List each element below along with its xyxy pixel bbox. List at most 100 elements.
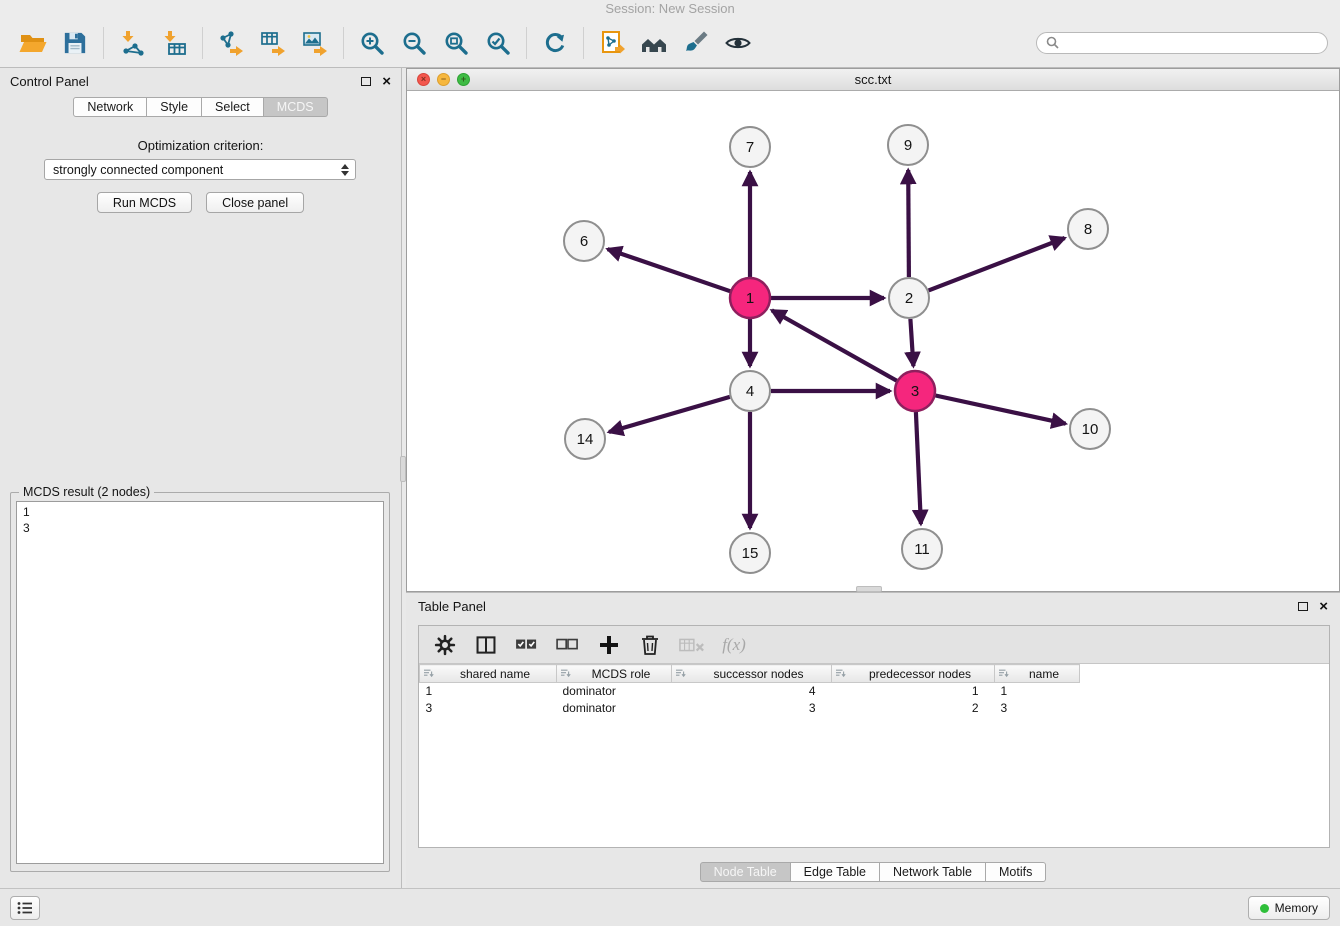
graph-node-11[interactable]: 11 bbox=[902, 529, 942, 569]
column-header-predecessor-nodes[interactable]: predecessor nodes bbox=[832, 665, 995, 683]
toolbar-separator bbox=[583, 27, 584, 59]
mcds-result-list[interactable]: 13 bbox=[16, 501, 384, 864]
float-panel-icon[interactable] bbox=[361, 77, 371, 86]
close-panel-icon[interactable]: × bbox=[382, 74, 391, 89]
open-session-button[interactable] bbox=[12, 23, 54, 63]
svg-text:15: 15 bbox=[742, 545, 759, 562]
home-icon bbox=[641, 32, 667, 54]
svg-text:2: 2 bbox=[905, 290, 913, 307]
graph-edge-2-3[interactable] bbox=[910, 319, 913, 366]
graph-node-9[interactable]: 9 bbox=[888, 125, 928, 165]
tab-select[interactable]: Select bbox=[202, 97, 264, 117]
column-header-successor-nodes[interactable]: successor nodes bbox=[672, 665, 832, 683]
brush-icon bbox=[683, 30, 709, 56]
graph-edge-2-9[interactable] bbox=[908, 170, 909, 277]
column-header-mcds-role[interactable]: MCDS role bbox=[557, 665, 672, 683]
tab-mcds[interactable]: MCDS bbox=[264, 97, 328, 117]
graph-node-15[interactable]: 15 bbox=[730, 533, 770, 573]
graph-edge-3-1[interactable] bbox=[772, 310, 897, 380]
close-panel-button[interactable]: Close panel bbox=[206, 192, 304, 213]
column-header-name[interactable]: name bbox=[995, 665, 1080, 683]
import-table-button[interactable] bbox=[153, 23, 195, 63]
svg-text:10: 10 bbox=[1082, 421, 1099, 438]
optimization-criterion-label: Optimization criterion: bbox=[0, 138, 401, 153]
export-to-web-button[interactable] bbox=[591, 23, 633, 63]
zoom-out-button[interactable] bbox=[393, 23, 435, 63]
show-panel-list-button[interactable] bbox=[10, 896, 40, 920]
tab-node-table[interactable]: Node Table bbox=[700, 862, 791, 882]
graph-edge-2-8[interactable] bbox=[929, 238, 1065, 290]
column-header-shared-name[interactable]: shared name bbox=[420, 665, 557, 683]
close-window-button[interactable]: × bbox=[417, 73, 430, 86]
home-button[interactable] bbox=[633, 23, 675, 63]
add-column-button[interactable] bbox=[597, 632, 621, 658]
tab-style[interactable]: Style bbox=[147, 97, 202, 117]
memory-label: Memory bbox=[1275, 901, 1318, 915]
minimize-window-button[interactable]: − bbox=[437, 73, 450, 86]
style-button[interactable] bbox=[675, 23, 717, 63]
column-sort-icon bbox=[560, 668, 571, 679]
tab-motifs[interactable]: Motifs bbox=[986, 862, 1046, 882]
graph-node-3[interactable]: 3 bbox=[895, 371, 935, 411]
table-options-button[interactable] bbox=[433, 632, 457, 658]
horizontal-splitter-grip[interactable] bbox=[856, 586, 882, 592]
cell-predecessor-nodes: 2 bbox=[832, 700, 995, 717]
graph-node-8[interactable]: 8 bbox=[1068, 209, 1108, 249]
node-table-scroll-area[interactable]: shared nameMCDS rolesuccessor nodesprede… bbox=[419, 664, 1329, 847]
toolbar-separator bbox=[202, 27, 203, 59]
graph-edge-3-11[interactable] bbox=[916, 412, 921, 524]
delete-column-button[interactable] bbox=[638, 632, 662, 658]
network-canvas[interactable]: 7 9 6 8 1 2 4 3 14 10 15 11 bbox=[407, 91, 1339, 591]
window-title: Session: New Session bbox=[605, 1, 734, 16]
fx-icon: f(x) bbox=[722, 635, 746, 655]
svg-text:9: 9 bbox=[904, 137, 912, 154]
maximize-window-button[interactable]: + bbox=[457, 73, 470, 86]
search-input[interactable] bbox=[1064, 36, 1318, 50]
vertical-splitter-grip[interactable] bbox=[400, 456, 406, 482]
tab-edge-table[interactable]: Edge Table bbox=[791, 862, 880, 882]
float-panel-icon[interactable] bbox=[1298, 602, 1308, 611]
run-mcds-button[interactable]: Run MCDS bbox=[97, 192, 192, 213]
zoom-selected-button[interactable] bbox=[477, 23, 519, 63]
tab-network[interactable]: Network bbox=[73, 97, 147, 117]
graph-node-14[interactable]: 14 bbox=[565, 419, 605, 459]
node-table: shared nameMCDS rolesuccessor nodesprede… bbox=[419, 664, 1329, 717]
memory-button[interactable]: Memory bbox=[1248, 896, 1330, 920]
select-all-button[interactable] bbox=[515, 632, 539, 658]
zoom-in-button[interactable] bbox=[351, 23, 393, 63]
export-image-button[interactable] bbox=[294, 23, 336, 63]
export-table-button[interactable] bbox=[252, 23, 294, 63]
table-row[interactable]: 1dominator411 bbox=[420, 683, 1330, 700]
export-network-button[interactable] bbox=[210, 23, 252, 63]
graph-node-4[interactable]: 4 bbox=[730, 371, 770, 411]
deselect-all-button[interactable] bbox=[556, 632, 580, 658]
graph-node-7[interactable]: 7 bbox=[730, 127, 770, 167]
column-header-filler bbox=[1080, 665, 1330, 683]
tab-network-table[interactable]: Network Table bbox=[880, 862, 986, 882]
cell-shared-name: 3 bbox=[420, 700, 557, 717]
graph-edge-4-14[interactable] bbox=[609, 397, 730, 432]
refresh-view-button[interactable] bbox=[534, 23, 576, 63]
graph-node-2[interactable]: 2 bbox=[889, 278, 929, 318]
graph-node-1[interactable]: 1 bbox=[730, 278, 770, 318]
search-field[interactable] bbox=[1036, 32, 1328, 54]
zoom-fit-button[interactable] bbox=[435, 23, 477, 63]
toolbar-separator bbox=[103, 27, 104, 59]
delete-table-icon bbox=[679, 635, 705, 655]
preview-button[interactable] bbox=[717, 23, 759, 63]
import-network-button[interactable] bbox=[111, 23, 153, 63]
close-panel-icon[interactable]: × bbox=[1319, 599, 1328, 614]
window-titlebar: Session: New Session bbox=[0, 0, 1340, 18]
graph-edge-1-6[interactable] bbox=[608, 249, 731, 291]
graph-node-10[interactable]: 10 bbox=[1070, 409, 1110, 449]
graph-node-6[interactable]: 6 bbox=[564, 221, 604, 261]
optimization-criterion-select[interactable]: strongly connected component bbox=[44, 159, 356, 180]
cell-filler bbox=[1080, 683, 1330, 700]
graph-edge-3-10[interactable] bbox=[936, 396, 1066, 424]
show-columns-button[interactable] bbox=[474, 632, 498, 658]
table-row[interactable]: 3dominator323 bbox=[420, 700, 1330, 717]
cell-successor-nodes: 4 bbox=[672, 683, 832, 700]
svg-text:8: 8 bbox=[1084, 221, 1092, 238]
save-session-button[interactable] bbox=[54, 23, 96, 63]
table-toolbar: f(x) bbox=[419, 626, 1329, 664]
